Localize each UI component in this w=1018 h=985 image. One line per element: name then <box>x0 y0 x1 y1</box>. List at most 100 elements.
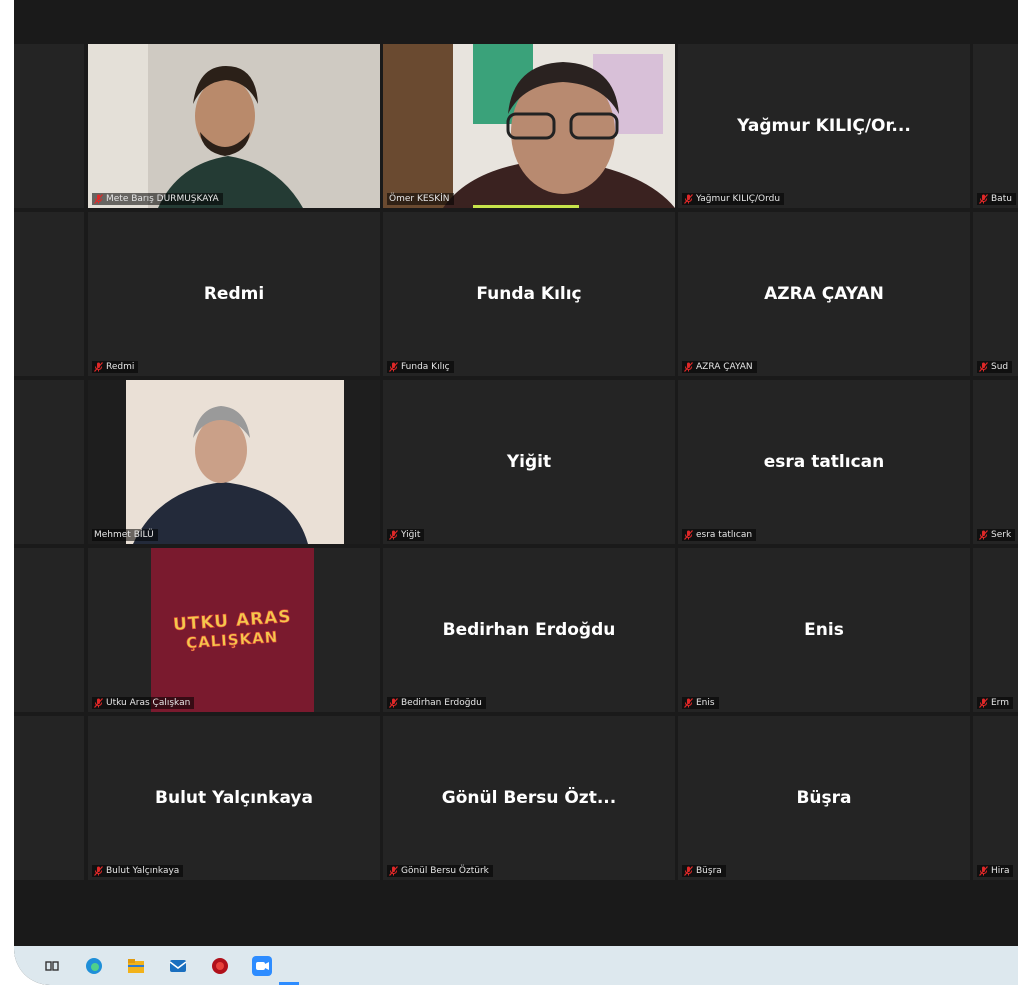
participant-display-name: Bulut Yalçınkaya <box>155 788 313 808</box>
participant-name-label: Gönül Bersu Öztürk <box>401 866 489 876</box>
participant-tile[interactable]: AZRA ÇAYAN AZRA ÇAYAN <box>678 212 970 376</box>
participant-tile[interactable]: Enis Enis <box>678 548 970 712</box>
participant-name-label: Enis <box>696 698 715 708</box>
participant-tile[interactable]: Redmi Redmi <box>88 212 380 376</box>
participant-nametag: Redmi <box>92 361 139 373</box>
participant-display-name: Enis <box>804 620 844 640</box>
participant-gallery: Mete Barış DURMUŞKAYA Ömer KESKİN Yağmur K… <box>14 44 1018 884</box>
muted-mic-icon <box>389 866 398 876</box>
participant-nametag: Utku Aras Çalışkan <box>92 697 195 709</box>
participant-display-name: Yağmur KILIÇ/Or... <box>737 116 911 136</box>
muted-mic-icon <box>94 194 103 204</box>
participant-tile[interactable]: Yağmur KILIÇ/Or... Yağmur KILIÇ/Ordu <box>678 44 970 208</box>
muted-mic-icon <box>684 194 693 204</box>
participant-name-label: Yağmur KILIÇ/Ordu <box>696 194 781 204</box>
participant-tile[interactable]: UTKU ARAS ÇALIŞKAN Utku Aras Çalışkan <box>88 548 380 712</box>
participant-name-label: Serk <box>991 530 1012 540</box>
partial-tile-left <box>14 548 84 712</box>
muted-mic-icon <box>979 362 988 372</box>
muted-mic-icon <box>979 194 988 204</box>
mail-icon[interactable] <box>168 956 188 976</box>
muted-mic-icon <box>389 698 398 708</box>
participant-name-label: Büşra <box>696 866 722 876</box>
edge-icon[interactable] <box>84 956 104 976</box>
participant-nametag: Mete Barış DURMUŞKAYA <box>92 193 223 205</box>
windows-taskbar <box>14 946 1018 985</box>
participant-nametag: Batu <box>977 193 1016 205</box>
participant-name-label: Utku Aras Çalışkan <box>106 698 191 708</box>
file-explorer-icon[interactable] <box>126 956 146 976</box>
partial-tile-left <box>14 212 84 376</box>
zoom-icon[interactable] <box>252 955 272 976</box>
participant-nametag: Funda Kılıç <box>387 361 454 373</box>
participant-tile[interactable]: Bulut Yalçınkaya Bulut Yalçınkaya <box>88 716 380 880</box>
task-view-icon[interactable] <box>42 956 62 976</box>
participant-tile[interactable]: esra tatlıcan esra tatlıcan <box>678 380 970 544</box>
participant-nametag: Yağmur KILIÇ/Ordu <box>682 193 785 205</box>
participant-name-label: AZRA ÇAYAN <box>696 362 753 372</box>
muted-mic-icon <box>94 698 103 708</box>
participant-tile[interactable]: Bedirhan Erdoğdu Bedirhan Erdoğdu <box>383 548 675 712</box>
participant-nametag: Gönül Bersu Öztürk <box>387 865 493 877</box>
participant-tile[interactable]: Gönül Bersu Özt... Gönül Bersu Öztürk <box>383 716 675 880</box>
participant-tile[interactable]: Sud <box>973 212 1018 376</box>
meeting-window: Mete Barış DURMUŞKAYA Ömer KESKİN Yağmur K… <box>14 0 1018 985</box>
participant-name-label: Erm <box>991 698 1009 708</box>
participant-nametag: AZRA ÇAYAN <box>682 361 757 373</box>
participant-tile[interactable]: Serk <box>973 380 1018 544</box>
participant-nametag: Ömer KESKİN <box>387 193 454 205</box>
partial-tile-left <box>14 380 84 544</box>
app-icon[interactable] <box>210 956 230 976</box>
profile-picture: UTKU ARAS ÇALIŞKAN <box>151 548 314 712</box>
participant-display-name: AZRA ÇAYAN <box>764 284 884 304</box>
muted-mic-icon <box>979 530 988 540</box>
participant-tile[interactable]: Hira <box>973 716 1018 880</box>
participant-name-label: Mete Barış DURMUŞKAYA <box>106 194 219 204</box>
participant-name-label: Sud <box>991 362 1009 372</box>
participant-name-label: Ömer KESKİN <box>389 194 450 204</box>
participant-tile[interactable]: Funda Kılıç Funda Kılıç <box>383 212 675 376</box>
participant-display-name: Redmi <box>203 284 265 304</box>
participant-tile[interactable]: Büşra Büşra <box>678 716 970 880</box>
participant-name-label: Bedirhan Erdoğdu <box>401 698 482 708</box>
participant-nametag: Hira <box>977 865 1014 877</box>
participant-nametag: Serk <box>977 529 1016 541</box>
participant-nametag: Bulut Yalçınkaya <box>92 865 184 877</box>
participant-video <box>383 44 675 208</box>
participant-video <box>88 380 380 544</box>
muted-mic-icon <box>389 530 398 540</box>
participant-tile[interactable]: Mete Barış DURMUŞKAYA <box>88 44 380 208</box>
muted-mic-icon <box>684 530 693 540</box>
speaking-indicator <box>473 205 579 208</box>
participant-display-name: Funda Kılıç <box>476 284 582 304</box>
muted-mic-icon <box>389 362 398 372</box>
participant-name-label: Bulut Yalçınkaya <box>106 866 180 876</box>
partial-tile-left <box>14 716 84 880</box>
muted-mic-icon <box>979 698 988 708</box>
participant-name-label: Yiğit <box>401 530 421 540</box>
participant-tile[interactable]: Batu <box>973 44 1018 208</box>
participant-tile[interactable]: Erm <box>973 548 1018 712</box>
muted-mic-icon <box>94 866 103 876</box>
participant-display-name: Yiğit <box>506 452 552 472</box>
participant-nametag: Bedirhan Erdoğdu <box>387 697 486 709</box>
participant-name-label: Funda Kılıç <box>401 362 450 372</box>
muted-mic-icon <box>979 866 988 876</box>
participant-tile[interactable]: Mehmet BİLÜ <box>88 380 380 544</box>
partial-tile-left <box>14 44 84 208</box>
participant-name-label: Mehmet BİLÜ <box>94 530 154 540</box>
muted-mic-icon <box>684 698 693 708</box>
participant-nametag: Mehmet BİLÜ <box>92 529 158 541</box>
participant-display-name: Gönül Bersu Özt... <box>441 788 617 808</box>
muted-mic-icon <box>684 866 693 876</box>
participant-display-name: Büşra <box>796 788 852 808</box>
participant-nametag: Sud <box>977 361 1013 373</box>
participant-tile[interactable]: Ömer KESKİN <box>383 44 675 208</box>
muted-mic-icon <box>94 362 103 372</box>
participant-name-label: Hira <box>991 866 1010 876</box>
participant-nametag: Büşra <box>682 865 726 877</box>
participant-tile[interactable]: Yiğit Yiğit <box>383 380 675 544</box>
participant-nametag: Yiğit <box>387 529 425 541</box>
participant-video <box>88 44 380 208</box>
participant-nametag: esra tatlıcan <box>682 529 757 541</box>
